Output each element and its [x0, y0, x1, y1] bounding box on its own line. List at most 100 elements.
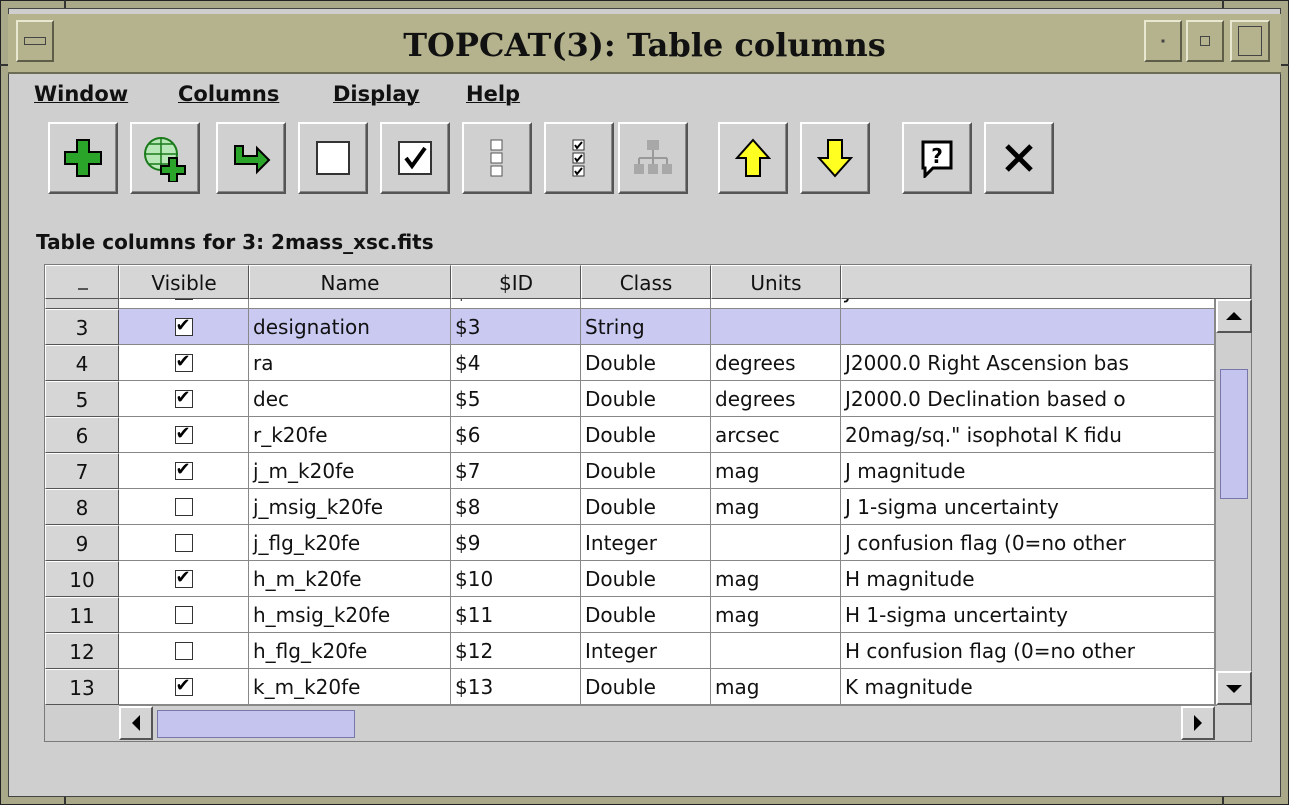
description-cell: J confusion flag (0=no other: [841, 525, 1215, 561]
help-button[interactable]: ?: [902, 122, 972, 194]
id-cell: $5: [451, 381, 581, 417]
class-cell: Integer: [581, 633, 711, 669]
svg-text:?: ?: [931, 144, 943, 168]
add-sky-coords-button[interactable]: [130, 122, 200, 194]
arrow-left-icon: [132, 715, 140, 731]
table-row[interactable]: 6 r_k20fe$6Doublearcsec20mag/sq." isophot…: [45, 417, 1215, 453]
description-cell: 20mag/sq." isophotal K fidu: [841, 417, 1215, 453]
units-cell: mag: [711, 597, 841, 633]
scroll-down-button[interactable]: [1216, 671, 1252, 705]
visible-checkbox[interactable]: [174, 422, 193, 446]
table-row[interactable]: 9 j_flg_k20fe $9 Integer J confusion flag (0…: [45, 525, 1215, 561]
horizontal-scroll-thumb[interactable]: [157, 710, 355, 738]
id-cell: $12: [451, 633, 581, 669]
show-column-button[interactable]: [380, 122, 450, 194]
move-down-icon: [817, 139, 853, 178]
name-cell: d2ora: [249, 299, 451, 309]
show-all-button[interactable]: [544, 122, 614, 194]
replace-column-button[interactable]: [216, 122, 286, 194]
visible-cell[interactable]: [119, 489, 249, 525]
menu-columns[interactable]: Columns: [178, 82, 279, 106]
visible-checkbox[interactable]: [174, 605, 193, 624]
visible-cell[interactable]: [119, 381, 249, 417]
visible-cell[interactable]: [119, 453, 249, 489]
visible-cell[interactable]: [119, 633, 249, 669]
header-visible[interactable]: Visible: [119, 265, 249, 299]
row-index: 8: [45, 489, 119, 525]
header-id[interactable]: $ID: [451, 265, 581, 299]
row-index: 7: [45, 453, 119, 489]
vertical-scroll-thumb[interactable]: [1220, 369, 1248, 499]
scroll-left-button[interactable]: [119, 706, 153, 740]
scroll-right-button[interactable]: [1181, 706, 1215, 740]
visible-cell[interactable]: [119, 309, 249, 345]
table-row[interactable]: 10 h_m_k20fe$10DoublemagH magnitude: [45, 561, 1215, 597]
visible-checkbox[interactable]: [174, 386, 193, 410]
id-cell: $10: [451, 561, 581, 597]
add-column-button[interactable]: [48, 122, 118, 194]
name-cell: h_m_k20fe: [249, 561, 451, 597]
description-cell: H confusion flag (0=no other: [841, 633, 1215, 669]
hide-all-button[interactable]: [462, 122, 532, 194]
visible-checkbox[interactable]: [174, 533, 193, 552]
visible-cell[interactable]: [119, 669, 249, 705]
horizontal-scrollbar[interactable]: [119, 705, 1217, 741]
table-row[interactable]: 4 ra$4DoubledegreesJ2000.0 Right Ascensio…: [45, 345, 1215, 381]
header-description[interactable]: [841, 265, 1251, 299]
table-row[interactable]: 12 h_flg_k20fe $12 Integer H confusion flag …: [45, 633, 1215, 669]
menu-window[interactable]: Window: [34, 82, 128, 106]
menu-display[interactable]: Display: [333, 82, 420, 106]
table-row[interactable]: 13 k_m_k20fe$13DoublemagK magnitude: [45, 669, 1215, 705]
visible-checkbox[interactable]: [174, 314, 193, 338]
scroll-corner: [45, 705, 119, 741]
move-up-button[interactable]: [718, 122, 788, 194]
scroll-up-button[interactable]: [1216, 299, 1252, 333]
add-sky-coords-icon: [144, 137, 186, 182]
units-cell: arcsec: [711, 417, 841, 453]
id-cell: $9: [451, 525, 581, 561]
table-row[interactable]: 11 h_msig_k20fe $11 Double mag H 1-sigma unce…: [45, 597, 1215, 633]
table-row[interactable]: 5 dec$5DoubledegreesJ2000.0 Declination b…: [45, 381, 1215, 417]
visible-checkbox[interactable]: [174, 641, 193, 660]
visible-cell[interactable]: [119, 345, 249, 381]
visible-checkbox[interactable]: [174, 566, 193, 590]
header-name[interactable]: Name: [249, 265, 451, 299]
class-cell: Double: [581, 489, 711, 525]
menu-help[interactable]: Help: [466, 82, 520, 106]
frame-tick: [64, 0, 66, 8]
header-class[interactable]: Class: [581, 265, 711, 299]
visible-cell[interactable]: [119, 597, 249, 633]
name-cell: h_msig_k20fe: [249, 597, 451, 633]
table-row[interactable]: 8 j_msig_k20fe $8 Double mag J 1-sigma uncert…: [45, 489, 1215, 525]
vertical-scrollbar[interactable]: [1215, 299, 1252, 705]
visible-cell[interactable]: [119, 299, 249, 309]
row-index: 10: [45, 561, 119, 597]
visible-checkbox[interactable]: [174, 458, 193, 482]
visible-checkbox[interactable]: [174, 497, 193, 516]
move-down-button[interactable]: [800, 122, 870, 194]
explode-column-button[interactable]: [618, 122, 688, 194]
header-units[interactable]: Units: [711, 265, 841, 299]
help-icon: ?: [921, 140, 953, 178]
minimize-button[interactable]: [1144, 20, 1182, 62]
table-row[interactable]: 3 designation$3String: [45, 309, 1215, 345]
visible-cell[interactable]: [119, 561, 249, 597]
columns-table: Visible Name $ID Class Units 2 d2ora $2 …: [44, 264, 1252, 742]
units-cell: [711, 525, 841, 561]
units-cell: mag: [711, 489, 841, 525]
close-button[interactable]: [984, 122, 1054, 194]
table-row[interactable]: 7 j_m_k20fe$7DoublemagJ magnitude: [45, 453, 1215, 489]
close-window-button[interactable]: [1230, 20, 1270, 62]
name-cell: dec: [249, 381, 451, 417]
hide-column-button[interactable]: [298, 122, 368, 194]
window-title: TOPCAT(3): Table columns: [403, 26, 886, 64]
visible-checkbox[interactable]: [174, 674, 193, 698]
visible-cell[interactable]: [119, 417, 249, 453]
visible-cell[interactable]: [119, 525, 249, 561]
title-bar[interactable]: TOPCAT(3): Table columns: [8, 14, 1281, 74]
maximize-button[interactable]: [1186, 20, 1224, 62]
visible-checkbox[interactable]: [174, 299, 193, 302]
arrow-right-icon: [1194, 715, 1202, 731]
visible-checkbox[interactable]: [174, 350, 193, 374]
table-row[interactable]: 2 d2ora $2 Double radians J2000.0 Declin…: [45, 299, 1215, 309]
